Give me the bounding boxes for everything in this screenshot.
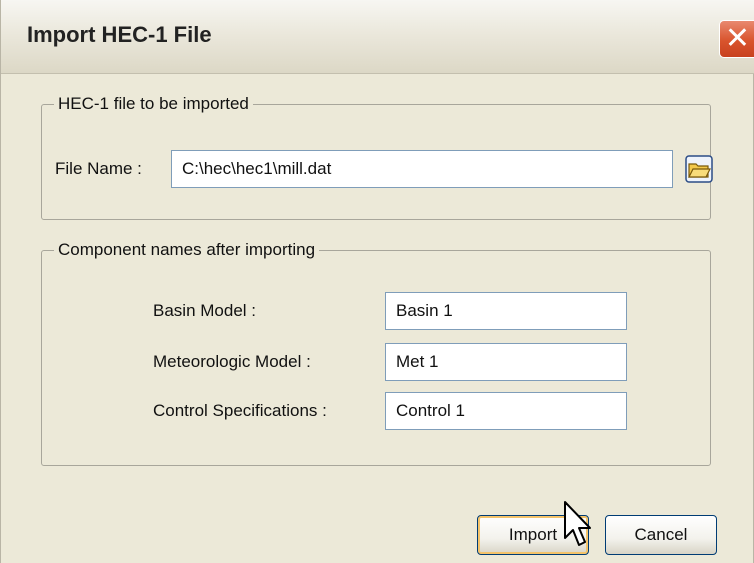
control-specifications-field[interactable]: Control 1 [385, 392, 627, 430]
import-dialog: Import HEC-1 File ✕ HEC-1 file to be imp… [0, 0, 754, 563]
meteorologic-model-label: Meteorologic Model : [153, 352, 311, 371]
dialog-title: Import HEC-1 File [27, 22, 212, 47]
basin-model-label: Basin Model : [153, 301, 256, 320]
basin-model-field[interactable]: Basin 1 [385, 292, 627, 330]
file-name-label: File Name : [55, 159, 142, 178]
mouse-pointer-icon [564, 501, 591, 546]
file-group-legend: HEC-1 file to be imported [54, 94, 253, 114]
file-name-field[interactable]: C:\hec\hec1\mill.dat [171, 150, 673, 188]
component-names-legend: Component names after importing [54, 240, 320, 260]
import-button-label: Import [508, 525, 558, 544]
basin-model-value: Basin 1 [396, 301, 453, 320]
file-name-value: C:\hec\hec1\mill.dat [182, 159, 332, 178]
meteorologic-model-value: Met 1 [396, 352, 439, 371]
close-icon: ✕ [724, 22, 751, 55]
title-bar[interactable]: Import HEC-1 File ✕ [1, 0, 754, 74]
meteorologic-model-field[interactable]: Met 1 [385, 343, 627, 381]
control-specifications-value: Control 1 [396, 401, 465, 420]
cancel-button-label: Cancel [634, 525, 688, 544]
cancel-button[interactable]: Cancel [605, 515, 717, 555]
control-specifications-label: Control Specifications : [153, 401, 327, 420]
browse-button[interactable] [685, 155, 713, 183]
folder-open-icon [685, 155, 713, 183]
close-button[interactable]: ✕ [719, 20, 754, 58]
